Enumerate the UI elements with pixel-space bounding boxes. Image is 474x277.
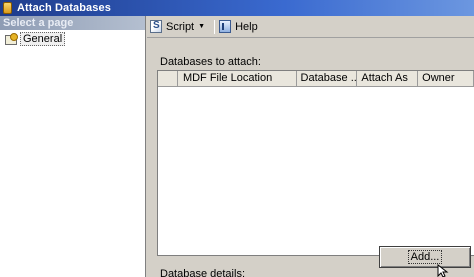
- column-header-owner[interactable]: Owner: [418, 71, 474, 87]
- mouse-cursor-icon: [437, 264, 449, 277]
- page-selector-pane: Select a page General: [0, 16, 146, 277]
- script-button[interactable]: Script ▼: [150, 20, 208, 33]
- script-label: Script: [166, 20, 195, 33]
- content-pane: Script ▼ Help Databases to attach: MDF F…: [147, 16, 474, 277]
- page-item-general[interactable]: General: [0, 31, 145, 46]
- column-header-database-name[interactable]: Database ...: [296, 71, 358, 87]
- add-button-label: Add...: [407, 250, 443, 264]
- toolbar-separator: [214, 19, 216, 34]
- chevron-down-icon[interactable]: ▼: [198, 23, 205, 30]
- title-bar: Attach Databases: [0, 0, 474, 16]
- add-button[interactable]: Add...: [379, 246, 471, 268]
- window-title: Attach Databases: [17, 2, 111, 14]
- column-header-mdf-location[interactable]: MDF File Location: [177, 71, 297, 87]
- database-details-label: Database details:: [160, 268, 245, 277]
- help-button[interactable]: Help: [219, 20, 258, 33]
- column-header-attach-as[interactable]: Attach As: [357, 71, 419, 87]
- page-icon: [4, 33, 18, 45]
- toolbar: Script ▼ Help: [147, 16, 474, 38]
- database-icon: [3, 2, 12, 14]
- page-selector-header: Select a page: [0, 16, 145, 30]
- help-label: Help: [235, 20, 258, 33]
- page-item-label: General: [20, 31, 66, 46]
- grid-header: MDF File Location Database ... Attach As…: [158, 71, 474, 87]
- databases-to-attach-label: Databases to attach:: [160, 56, 261, 68]
- help-icon: [219, 20, 232, 33]
- script-icon: [150, 20, 162, 33]
- databases-grid[interactable]: MDF File Location Database ... Attach As…: [157, 70, 474, 256]
- row-selector-header: [158, 71, 178, 87]
